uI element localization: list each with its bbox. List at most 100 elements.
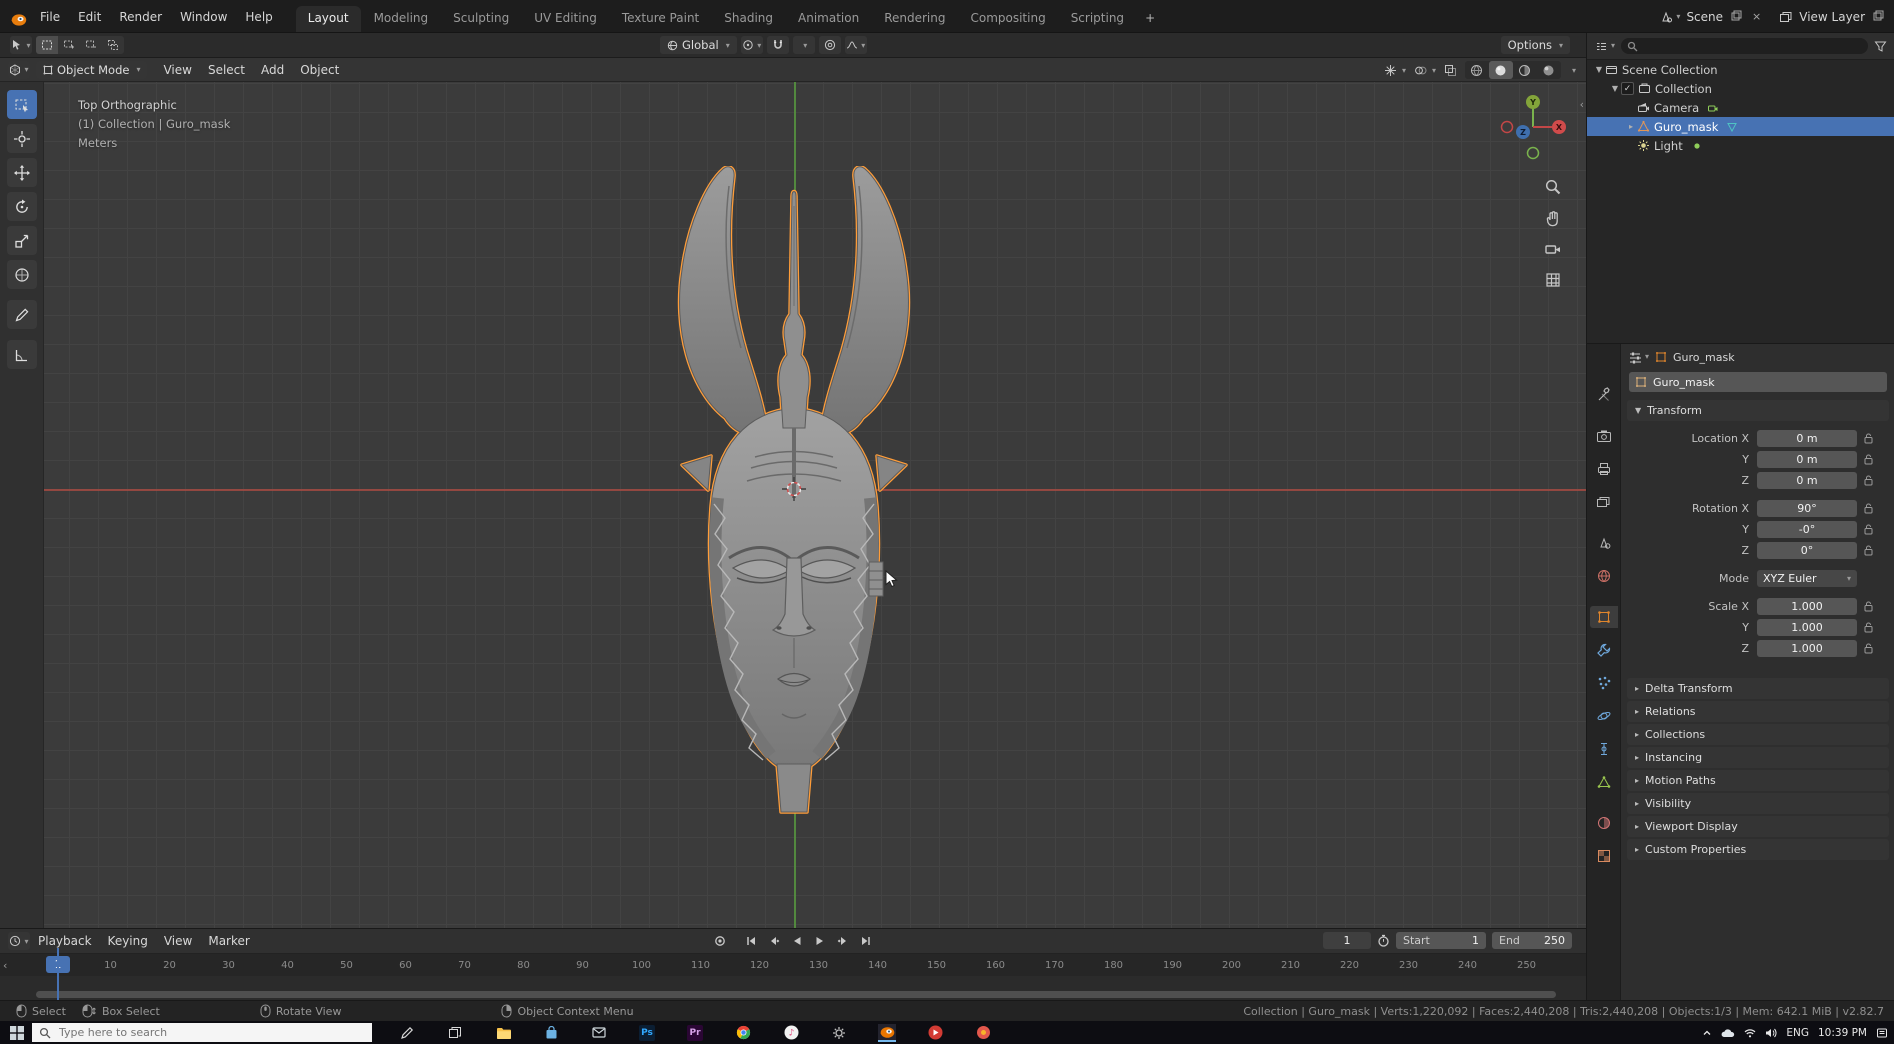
value-field[interactable]: 0 m — [1757, 430, 1857, 447]
lock-icon[interactable] — [1857, 524, 1879, 535]
timeline-track-area[interactable] — [0, 976, 1586, 1001]
properties-tab-scene[interactable] — [1590, 532, 1618, 554]
breadcrumb-object-name[interactable]: Guro_mask — [1673, 351, 1735, 364]
add-workspace-button[interactable]: + — [1137, 6, 1163, 32]
camera-view-icon[interactable] — [1544, 240, 1562, 258]
value-field[interactable]: 1.000 — [1757, 640, 1857, 657]
mesh-data-icon[interactable] — [1726, 121, 1738, 133]
workspace-tab-modeling[interactable]: Modeling — [362, 6, 441, 32]
end-frame-field[interactable]: End 250 — [1492, 932, 1572, 949]
pivot-point-dropdown[interactable]: ▾ — [740, 36, 763, 54]
music-icon[interactable]: ♪ — [782, 1024, 800, 1042]
start-button-icon[interactable] — [10, 1025, 24, 1040]
properties-tab-constraints[interactable] — [1590, 738, 1618, 760]
value-field[interactable]: 0 m — [1757, 472, 1857, 489]
proportional-falloff-dropdown[interactable]: ▾ — [844, 36, 867, 54]
panel-header-instancing[interactable]: ▸ Instancing — [1627, 747, 1889, 768]
lock-icon[interactable] — [1857, 643, 1879, 654]
play-button[interactable] — [810, 932, 830, 950]
blender-icon[interactable] — [878, 1023, 896, 1042]
box-select-tool[interactable] — [6, 90, 37, 119]
file-explorer-icon[interactable] — [494, 1024, 512, 1042]
navigation-gizmo[interactable]: Y X Z — [1498, 92, 1568, 162]
menu-render[interactable]: Render — [110, 2, 171, 32]
transform-panel-header[interactable]: ▼ Transform — [1627, 400, 1889, 421]
outliner-row-scene-collection[interactable]: ▼ Scene Collection — [1587, 60, 1894, 79]
shading-wireframe-icon[interactable] — [1465, 61, 1489, 79]
timeline-toggle-arrow[interactable]: ‹ — [3, 959, 7, 972]
clock[interactable]: 10:39 PM — [1818, 1027, 1867, 1039]
shading-rendered-icon[interactable] — [1537, 61, 1561, 79]
scene-icon[interactable]: ▾ — [1659, 10, 1680, 24]
jump-start-button[interactable] — [741, 932, 761, 950]
search-input[interactable] — [57, 1025, 331, 1040]
menu-window[interactable]: Window — [171, 2, 236, 32]
menu-keying[interactable]: Keying — [100, 930, 156, 952]
menu-object[interactable]: Object — [292, 59, 347, 81]
mode-dropdown[interactable]: XYZ Euler ▾ — [1757, 570, 1857, 587]
select-mode-subtract-icon[interactable] — [80, 36, 102, 54]
scene-name[interactable]: Scene — [1686, 10, 1723, 24]
lock-icon[interactable] — [1857, 622, 1879, 633]
value-field[interactable]: 1.000 — [1757, 598, 1857, 615]
properties-tab-output[interactable] — [1590, 458, 1618, 480]
panel-header-relations[interactable]: ▸ Relations — [1627, 701, 1889, 722]
object-name-field[interactable]: Guro_mask — [1629, 372, 1887, 392]
cursor-tool[interactable] — [6, 124, 37, 153]
view-layer-icon[interactable] — [1779, 10, 1793, 24]
photoshop-icon[interactable]: Ps — [638, 1024, 656, 1042]
shading-dropdown[interactable]: ▾ — [1572, 66, 1576, 75]
lock-icon[interactable] — [1857, 545, 1879, 556]
current-frame-field[interactable]: 1 — [1323, 932, 1371, 949]
scale-tool[interactable] — [6, 226, 37, 255]
outliner-row-camera[interactable]: Camera — [1587, 98, 1894, 117]
properties-tab-object-data[interactable] — [1590, 771, 1618, 793]
toggle-xray-icon[interactable] — [1444, 64, 1457, 77]
sidebar-toggle-arrow[interactable]: ‹ — [1580, 98, 1584, 111]
store-icon[interactable] — [542, 1024, 560, 1042]
panel-header-motion-paths[interactable]: ▸ Motion Paths — [1627, 770, 1889, 791]
chrome-icon[interactable] — [734, 1024, 752, 1042]
menu-marker[interactable]: Marker — [200, 930, 257, 952]
collection-checkbox[interactable]: ✓ — [1621, 82, 1634, 95]
network-icon[interactable] — [1744, 1028, 1756, 1038]
settings-icon[interactable] — [830, 1024, 848, 1042]
workspace-tab-sculpting[interactable]: Sculpting — [441, 6, 521, 32]
properties-tab-tool[interactable] — [1590, 384, 1618, 406]
outliner-search[interactable] — [1621, 38, 1868, 54]
properties-tab-world[interactable] — [1590, 565, 1618, 587]
lock-icon[interactable] — [1857, 601, 1879, 612]
value-field[interactable]: 0° — [1757, 542, 1857, 559]
menu-file[interactable]: File — [31, 2, 69, 32]
view-layer-name[interactable]: View Layer — [1799, 10, 1865, 24]
lock-icon[interactable] — [1857, 454, 1879, 465]
properties-tab-particles[interactable] — [1590, 672, 1618, 694]
value-field[interactable]: 0 m — [1757, 451, 1857, 468]
premiere-icon[interactable]: Pr — [686, 1024, 704, 1042]
outliner-row-collection[interactable]: ▼ ✓ Collection — [1587, 79, 1894, 98]
show-gizmo-dropdown[interactable]: ▾ — [1384, 64, 1406, 77]
play-reverse-button[interactable] — [787, 932, 807, 950]
properties-tab-material[interactable] — [1590, 812, 1618, 834]
next-keyframe-button[interactable] — [833, 932, 853, 950]
value-field[interactable]: 90° — [1757, 500, 1857, 517]
value-field[interactable]: -0° — [1757, 521, 1857, 538]
filter-icon[interactable] — [1874, 40, 1887, 53]
snap-magnet-icon[interactable] — [766, 36, 789, 54]
menu-select[interactable]: Select — [200, 59, 253, 81]
gizmo-neg-x-ball[interactable] — [1500, 120, 1514, 134]
tray-expand-icon[interactable] — [1702, 1028, 1712, 1038]
workspace-tab-compositing[interactable]: Compositing — [958, 6, 1057, 32]
mail-icon[interactable] — [590, 1024, 608, 1042]
shading-solid-icon[interactable] — [1488, 61, 1513, 79]
workspace-tab-layout[interactable]: Layout — [295, 6, 361, 32]
active-tool-icon[interactable]: ▾ — [10, 36, 32, 54]
menu-edit[interactable]: Edit — [69, 2, 110, 32]
select-mode-invert-icon[interactable] — [102, 36, 124, 54]
timeline-editor-icon[interactable]: ▾ — [8, 932, 30, 950]
start-frame-field[interactable]: Start 1 — [1396, 932, 1486, 949]
workspace-tab-uv-editing[interactable]: UV Editing — [522, 6, 609, 32]
toggle-ortho-icon[interactable] — [1544, 271, 1562, 289]
lock-icon[interactable] — [1857, 475, 1879, 486]
lock-icon[interactable] — [1857, 503, 1879, 514]
